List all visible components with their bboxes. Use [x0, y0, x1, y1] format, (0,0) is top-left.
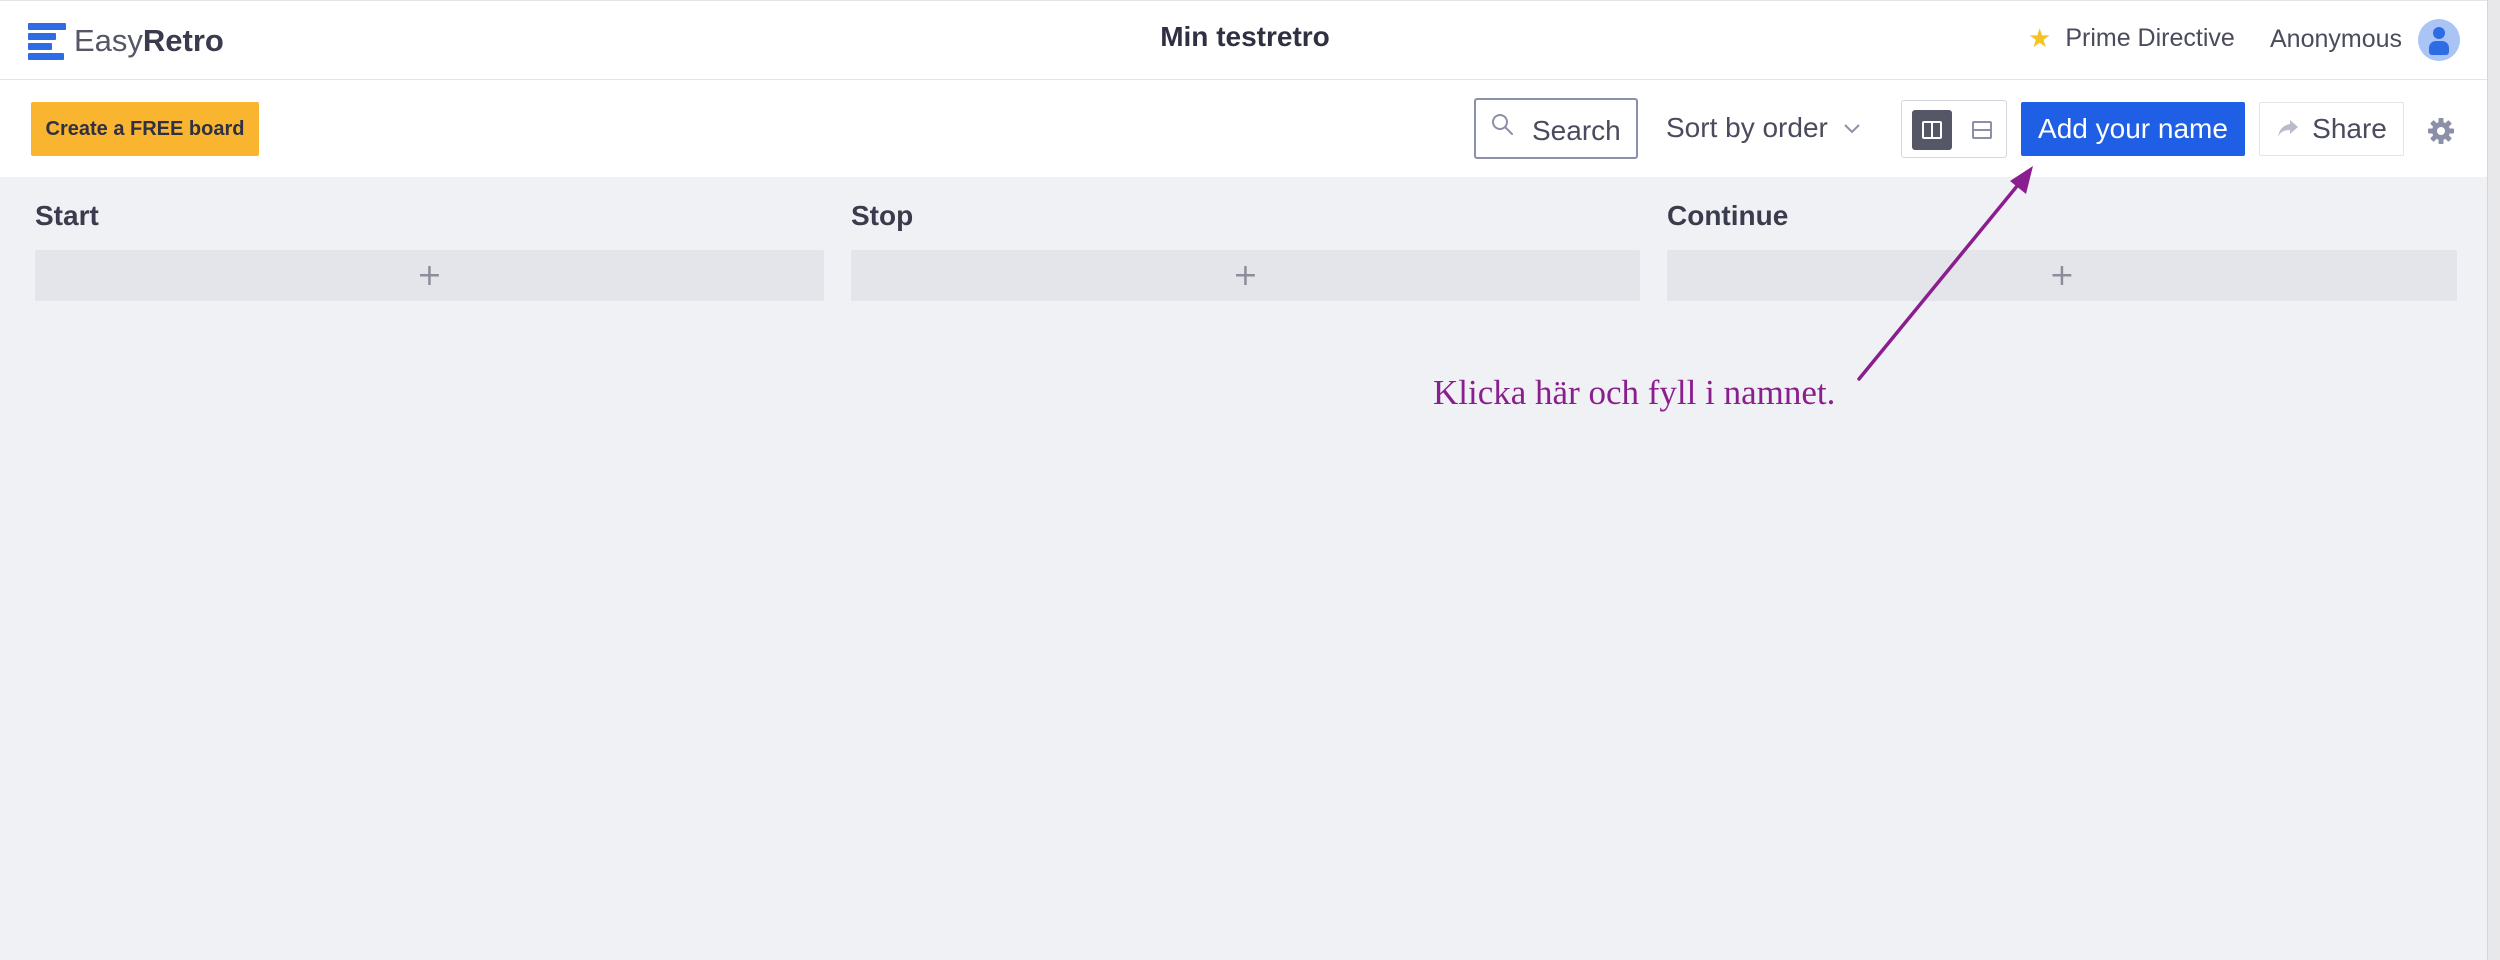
column-title-stop: Stop [851, 200, 914, 231]
chevron-down-icon [1844, 124, 1860, 134]
share-label: Share [2312, 113, 2387, 144]
search-label: Search [1532, 115, 1621, 146]
vertical-scrollbar[interactable] [2487, 0, 2500, 960]
star-icon: ★ [2028, 23, 2052, 53]
sort-dropdown[interactable]: Sort by order [1666, 112, 1862, 144]
prime-directive-link[interactable]: ★ Prime Directive [2028, 23, 2235, 54]
user-name[interactable]: Anonymous [2270, 25, 2402, 54]
add-card-button-stop[interactable]: + [851, 250, 1640, 301]
logo-text-retro: Retro [142, 23, 224, 58]
rows-view-icon[interactable] [1964, 110, 2004, 150]
sort-label: Sort by order [1666, 112, 1828, 143]
columns-view-icon[interactable] [1912, 110, 1952, 150]
logo-text-easy: Easy [74, 23, 143, 58]
view-mode-toggle [1901, 100, 2007, 158]
share-button[interactable]: Share [2259, 102, 2404, 156]
add-your-name-button[interactable]: Add your name [2021, 102, 2245, 156]
search-button[interactable]: Search [1474, 98, 1638, 159]
gear-icon[interactable] [2426, 116, 2456, 146]
easyretro-board-page: Easy Retro Min testretro ★ Prime Directi… [0, 0, 2500, 960]
add-card-button-continue[interactable]: + [1667, 250, 2457, 301]
easyretro-logo[interactable]: Easy Retro [28, 21, 224, 61]
board-title[interactable]: Min testretro [1000, 21, 1490, 53]
add-card-button-start[interactable]: + [35, 250, 824, 301]
create-free-board-button[interactable]: Create a FREE board [31, 102, 259, 156]
share-icon [2278, 120, 2299, 137]
search-icon [1492, 114, 1513, 135]
annotation-text: Klicka här och fyll i namnet. [1433, 373, 1836, 412]
user-avatar-icon[interactable] [2418, 19, 2460, 61]
column-title-continue: Continue [1667, 200, 1789, 231]
column-title-start: Start [35, 200, 99, 231]
logo-icon [28, 23, 66, 60]
top-header: Easy Retro Min testretro ★ Prime Directi… [0, 0, 2487, 80]
prime-directive-label: Prime Directive [2065, 24, 2235, 52]
board-toolbar: Create a FREE board Search Sort by order… [0, 80, 2487, 177]
